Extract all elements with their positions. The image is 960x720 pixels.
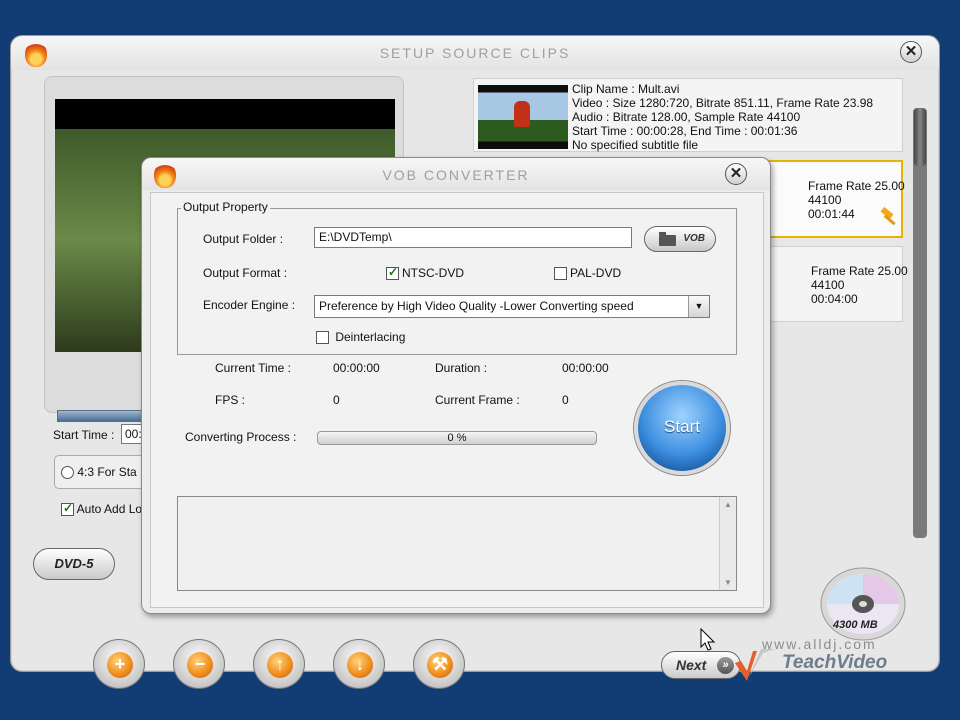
clip-time-info: Start Time : 00:00:28, End Time : 00:01:… [572,124,798,138]
clip-audio-info: Audio : Bitrate 128.00, Sample Rate 4410… [572,110,801,124]
current-time-value: 00:00:00 [333,361,380,375]
remove-clip-button[interactable]: − [173,639,225,689]
folder-icon [659,232,676,246]
output-folder-input[interactable]: E:\DVDTemp\ [314,227,632,248]
start-button[interactable]: Start [634,381,730,475]
fps-label: FPS : [215,393,246,407]
deinterlacing-label: Deinterlacing [335,330,406,344]
clip-video-info: Frame Rate 25.00 [811,264,908,278]
output-property-legend: Output Property [181,200,270,214]
encoder-engine-select[interactable]: Preference by High Video Quality -Lower … [314,295,710,318]
clip-item[interactable]: Clip Name : Mult.avi Video : Size 1280:7… [473,78,903,152]
current-frame-label: Current Frame : [435,393,520,407]
duration-value: 00:00:00 [562,361,609,375]
watermark-brand: TeachVideo [782,652,888,673]
encoder-engine-label: Encoder Engine : [203,298,296,312]
move-up-icon: ↑ [267,652,293,678]
hammer-icon[interactable] [879,206,901,228]
close-icon[interactable]: ✕ [900,41,922,63]
dialog-titlebar: VOB CONVERTER ✕ [142,158,770,190]
next-button[interactable]: Next » [661,651,741,679]
disc-capacity-label: 4300 MB [833,619,878,631]
dvd-type-badge[interactable]: DVD-5 [33,548,115,580]
next-arrow-icon: » [717,657,734,674]
move-down-icon: ↓ [347,652,373,678]
scroll-down-icon[interactable]: ▼ [724,578,732,587]
browse-vob-folder-button[interactable]: VOB [644,226,716,252]
clip-subtitle-info: No specified subtitle file [572,138,699,152]
log-scrollbar[interactable]: ▲ ▼ [719,497,736,590]
aspect-ratio-label: 4:3 For Sta [77,465,137,479]
settings-icon: ⚒ [427,652,453,678]
preview-seek-slider[interactable] [57,410,147,422]
conversion-log-area: ▲ ▼ [177,496,737,591]
checkbox-icon[interactable] [316,331,329,345]
ntsc-dvd-option[interactable]: NTSC-DVD [386,265,464,281]
scrollbar-thumb[interactable] [914,108,926,166]
mouse-cursor-icon [700,628,716,651]
clip-audio-info: 44100 [808,193,842,207]
output-property-group: Output Property Output Folder : E:\DVDTe… [177,200,737,355]
scroll-up-icon[interactable]: ▲ [724,500,732,509]
progress-text: 0 % [447,432,467,444]
fps-value: 0 [333,393,340,407]
clip-time-info: 00:04:00 [811,292,858,306]
output-format-label: Output Format : [203,266,288,280]
pal-dvd-label: PAL-DVD [570,266,622,280]
dialog-body: Output Property Output Folder : E:\DVDTe… [150,192,764,608]
auto-add-label: Auto Add Lo [76,502,143,516]
duration-label: Duration : [435,361,488,375]
auto-add-option[interactable]: Auto Add Lo [61,501,143,517]
watermark-url: www.alldj.com [762,636,877,652]
vob-converter-dialog: VOB CONVERTER ✕ Output Property Output F… [141,157,771,614]
clip-info: Frame Rate 25.00 44100 00:04:00 [811,264,908,306]
clip-thumbnail [478,85,568,149]
clip-audio-info: 44100 [811,278,845,292]
radio-icon[interactable] [61,466,74,480]
add-clip-button[interactable]: + [93,639,145,689]
checkbox-icon[interactable] [61,501,74,517]
checkbox-icon[interactable] [386,265,399,281]
next-label: Next [676,657,707,673]
clip-video-info: Video : Size 1280:720, Bitrate 851.11, F… [572,96,874,110]
output-folder-label: Output Folder : [203,232,284,246]
dialog-title: VOB CONVERTER [382,167,530,183]
current-frame-value: 0 [562,393,569,407]
close-icon[interactable]: ✕ [725,163,747,185]
ntsc-dvd-label: NTSC-DVD [402,266,464,280]
pal-dvd-option[interactable]: PAL-DVD [554,266,622,281]
vob-button-label: VOB [683,233,705,244]
checkbox-icon[interactable] [554,267,567,281]
aspect-ratio-option[interactable]: 4:3 For Sta [61,465,137,480]
add-icon: + [107,652,133,678]
encoder-engine-value: Preference by High Video Quality -Lower … [319,299,634,313]
current-time-label: Current Time : [215,361,292,375]
converting-process-label: Converting Process : [185,430,297,444]
remove-icon: − [187,652,213,678]
main-titlebar: SETUP SOURCE CLIPS ✕ [11,36,939,70]
dropdown-arrow-icon[interactable]: ▼ [688,296,709,317]
clip-video-info: Frame Rate 25.00 [808,179,905,193]
move-down-button[interactable]: ↓ [333,639,385,689]
converting-progress-bar: 0 % [317,431,597,445]
deinterlacing-option[interactable]: Deinterlacing [316,330,406,345]
clip-info: Clip Name : Mult.avi Video : Size 1280:7… [572,82,873,152]
move-up-button[interactable]: ↑ [253,639,305,689]
start-time-label: Start Time : [53,428,115,442]
main-window-title: SETUP SOURCE CLIPS [379,45,571,61]
clip-list-scrollbar[interactable] [913,108,927,538]
clip-settings-button[interactable]: ⚒ [413,639,465,689]
clip-name: Clip Name : Mult.avi [572,82,680,96]
